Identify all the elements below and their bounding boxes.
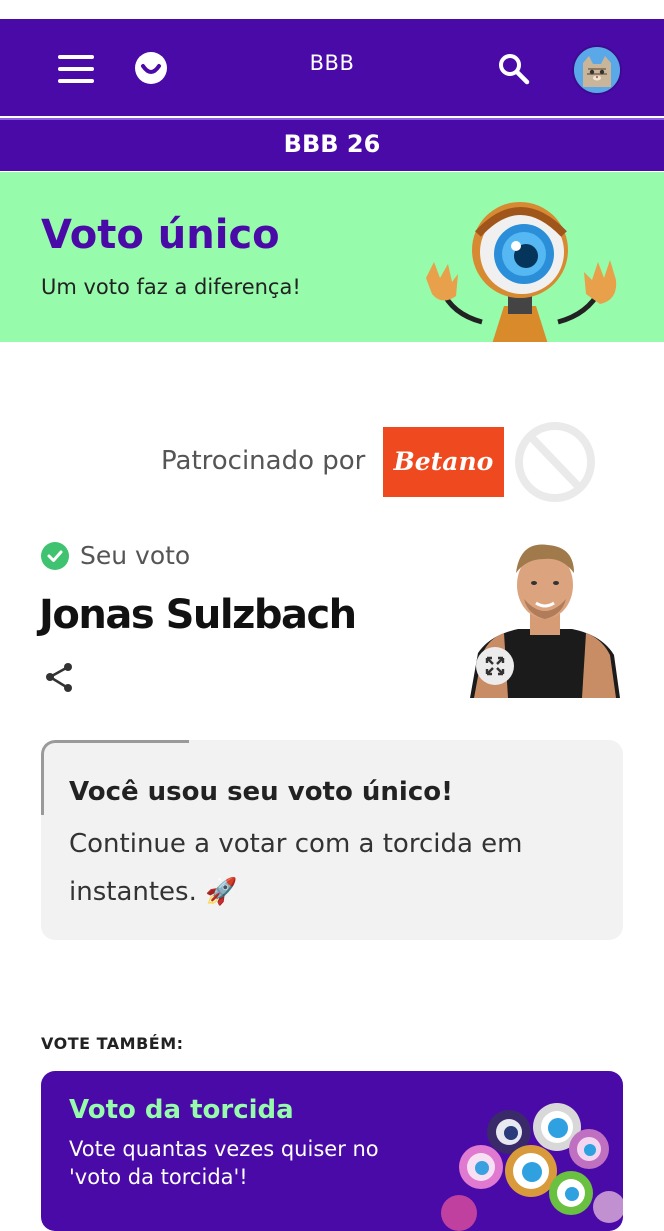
notice-title: Você usou seu voto único! (69, 777, 453, 807)
betano-sponsor-logo[interactable]: Betano (383, 427, 504, 497)
candidate-name: Jonas Sulzbach (39, 592, 357, 638)
big-brother-eye-mascot-icon (426, 202, 617, 342)
vote-also-label: VOTE TAMBÉM: (41, 1034, 184, 1053)
vote-banner: Voto único Um voto faz a diferença! (0, 172, 664, 342)
promo-title: Voto da torcida (69, 1095, 294, 1125)
app-header: BBB (0, 19, 664, 116)
sponsor-watermark-icon (515, 422, 595, 502)
program-bar: BBB 26 (0, 118, 664, 171)
banner-subtitle: Um voto faz a diferença! (41, 275, 301, 299)
share-icon[interactable] (44, 661, 76, 693)
voto-da-torcida-card[interactable]: Voto da torcida Vote quantas vezes quise… (41, 1071, 623, 1231)
cat-avatar-icon[interactable] (572, 45, 622, 95)
search-icon[interactable] (496, 51, 532, 87)
vote-status-label: Seu voto (80, 541, 191, 570)
check-icon (41, 542, 69, 570)
program-title: BBB 26 (283, 130, 381, 158)
expand-photo-icon[interactable] (476, 647, 514, 685)
promo-text: Vote quantas vezes quiser no 'voto da to… (69, 1137, 379, 1189)
sponsor-label: Patrocinado por (161, 446, 366, 476)
notice-body: Continue a votar com a torcida em instan… (69, 829, 523, 907)
header-title: BBB (309, 51, 355, 75)
mascot-group-icon (441, 1103, 623, 1231)
banner-title: Voto único (41, 212, 280, 258)
vote-used-notice: Você usou seu voto único! Continue a vot… (41, 740, 623, 940)
status-strip (0, 0, 664, 19)
